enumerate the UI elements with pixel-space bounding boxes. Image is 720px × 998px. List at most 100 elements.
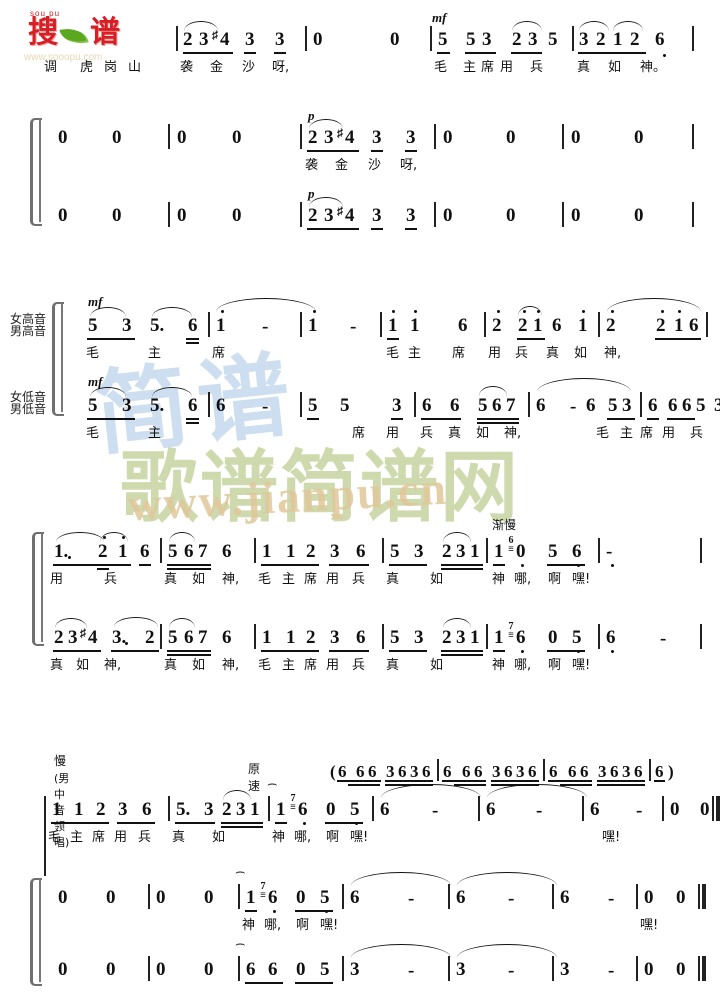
note: 6 bbox=[350, 887, 360, 908]
beam bbox=[183, 52, 233, 54]
note: 6 bbox=[142, 799, 152, 820]
octave-dot-high bbox=[582, 310, 585, 313]
logo-pinyin: sou pu bbox=[30, 9, 61, 18]
tie bbox=[457, 944, 557, 958]
note: 5 bbox=[340, 395, 350, 416]
note: 6 bbox=[648, 395, 658, 416]
beam bbox=[186, 418, 199, 420]
slur bbox=[579, 21, 609, 31]
cue-paren-close: ) bbox=[668, 762, 674, 781]
beam bbox=[221, 822, 263, 824]
sustain-dash: - bbox=[508, 960, 515, 981]
lyric: 真 bbox=[546, 346, 560, 361]
lyric: 兵 bbox=[530, 60, 544, 75]
lyric: 真 bbox=[50, 658, 64, 673]
lyric: 主 bbox=[70, 830, 84, 845]
note: 1 bbox=[118, 541, 128, 562]
note: 3 bbox=[118, 799, 128, 820]
note: 3 bbox=[122, 395, 132, 416]
lyric: 兵 bbox=[352, 572, 366, 587]
lyric: 嘿! bbox=[320, 918, 339, 933]
lyric: 沙 bbox=[368, 158, 382, 173]
note: 0 bbox=[644, 959, 654, 980]
lyric: 神, bbox=[222, 658, 240, 673]
slur bbox=[443, 532, 471, 542]
barline bbox=[414, 392, 416, 417]
barline bbox=[238, 884, 240, 909]
barline bbox=[448, 884, 450, 909]
lyric: 用 bbox=[386, 426, 400, 441]
lyric: 如 bbox=[574, 346, 588, 361]
barline bbox=[706, 312, 708, 337]
barline bbox=[598, 624, 600, 649]
small-note-seven: 6 ≡ bbox=[508, 535, 514, 555]
note: 3 bbox=[275, 29, 285, 50]
beam bbox=[389, 650, 427, 652]
lyric: 毛 bbox=[386, 346, 400, 361]
note: 4 bbox=[220, 29, 230, 50]
lyric: 神 bbox=[492, 572, 506, 587]
beam bbox=[221, 826, 263, 828]
note: 6 bbox=[246, 959, 256, 980]
sustain-dash: - bbox=[636, 800, 643, 821]
barline bbox=[430, 26, 432, 51]
note: 0 bbox=[156, 959, 166, 980]
slur bbox=[114, 617, 158, 627]
beam bbox=[465, 52, 496, 54]
staff-4-1: 1 1 2 3 6 5. 3 2 3 1 ͡ 1 7≡ 6 bbox=[0, 784, 720, 876]
note: 5. bbox=[150, 395, 165, 416]
beam bbox=[441, 568, 483, 570]
note: 6 bbox=[668, 395, 678, 416]
beam bbox=[655, 338, 701, 340]
barline bbox=[300, 124, 302, 149]
note: 0 bbox=[106, 887, 116, 908]
note: 5 bbox=[696, 395, 706, 416]
logo-char-sou: 搜 bbox=[28, 15, 58, 50]
barline bbox=[208, 392, 210, 417]
note: 6 bbox=[268, 887, 278, 908]
cue-note: 6 bbox=[462, 762, 471, 781]
note: 2 bbox=[512, 29, 522, 50]
note: 6 bbox=[450, 395, 460, 416]
beam bbox=[387, 338, 399, 340]
cue-paren-open: ( bbox=[330, 762, 336, 781]
staff-3-1: 1. 2 1 6 5 6 7 6 1 1 2 3 6 5 3 2 3 1 渐慢 … bbox=[0, 518, 720, 587]
beam bbox=[275, 822, 287, 824]
barline bbox=[700, 538, 702, 563]
soupu-logo[interactable]: sou pu 搜 谱 bbox=[28, 9, 120, 50]
barline bbox=[562, 202, 564, 227]
note: 3 bbox=[372, 205, 382, 226]
note: 6 bbox=[222, 541, 232, 562]
beam bbox=[647, 418, 659, 420]
note: 3 bbox=[68, 627, 78, 648]
final-barline bbox=[698, 884, 708, 909]
slur bbox=[169, 618, 195, 628]
barline bbox=[692, 202, 694, 227]
beam bbox=[53, 650, 101, 652]
lyric: 真 bbox=[386, 658, 400, 673]
note: 0 bbox=[177, 205, 187, 226]
barline bbox=[543, 759, 545, 781]
note: 2 bbox=[492, 315, 502, 336]
lyric: 嘿! bbox=[572, 658, 591, 673]
sharp-icon: ♯ bbox=[80, 626, 86, 640]
beam bbox=[371, 150, 383, 152]
barline bbox=[148, 884, 150, 909]
staff-2-1: mf 5 3 5. 6 1 - 1 - 1 1 6 2 2 1 6 1 2 2 … bbox=[0, 294, 720, 361]
beam bbox=[391, 418, 403, 420]
note: 2 bbox=[656, 315, 666, 336]
slur bbox=[184, 21, 218, 31]
beam bbox=[491, 780, 539, 782]
beam bbox=[167, 564, 211, 566]
staff-3-2: 2 3 ♯ 4 3. 2 5 6 7 6 1 1 2 3 6 5 3 2 3 1… bbox=[0, 617, 720, 673]
note: 1 bbox=[388, 315, 398, 336]
barline bbox=[552, 884, 554, 909]
lyric: 真 bbox=[164, 572, 178, 587]
lyric: 啊 bbox=[296, 918, 310, 933]
cue-note: 3 bbox=[598, 762, 607, 781]
slur bbox=[443, 618, 471, 628]
barline bbox=[382, 624, 384, 649]
beam bbox=[517, 338, 545, 340]
note: 0 bbox=[313, 29, 323, 50]
lyric: 金 bbox=[210, 60, 224, 75]
